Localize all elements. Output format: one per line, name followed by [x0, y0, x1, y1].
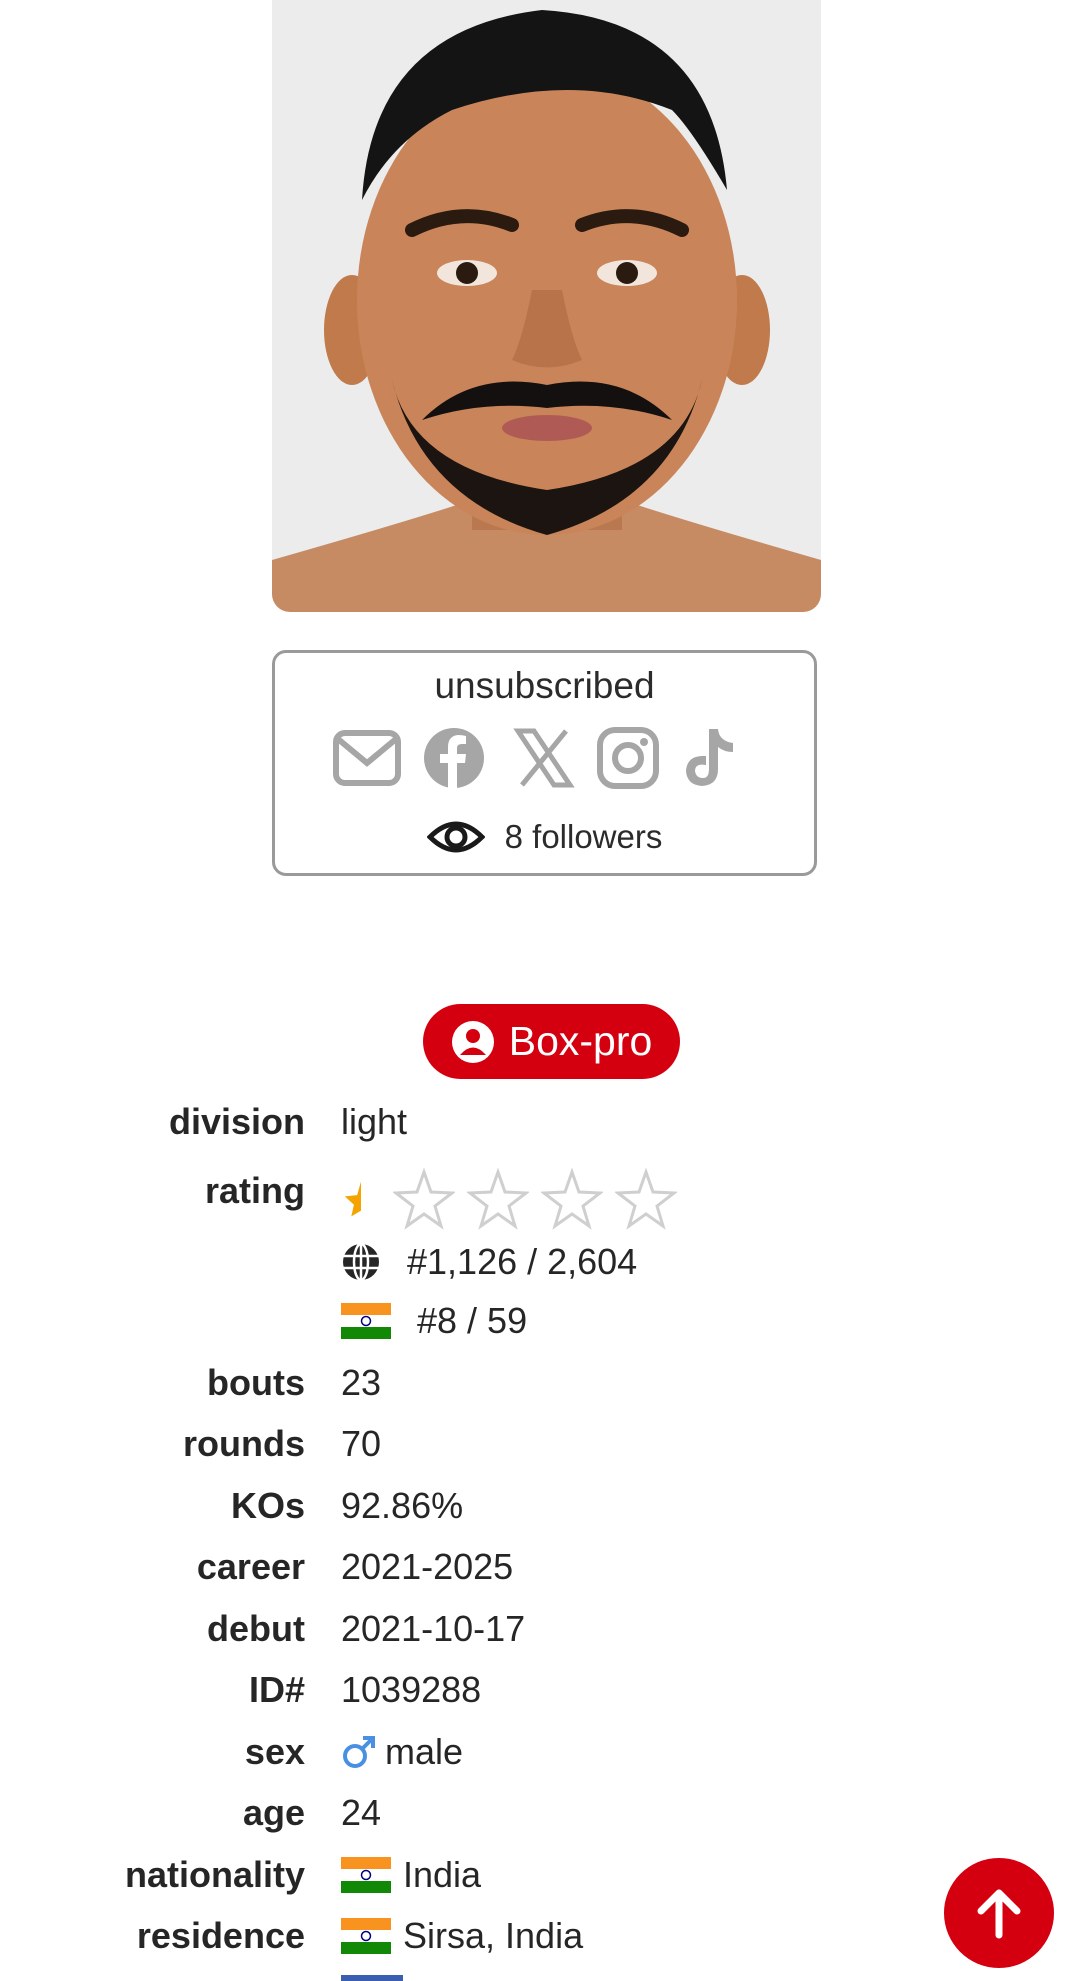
kos-value: 92.86%: [341, 1485, 464, 1526]
country-rank-row: #8 / 59: [0, 1296, 1080, 1346]
social-icons: [275, 725, 814, 791]
career-row: career 2021-2025: [0, 1542, 1080, 1592]
sex-label: sex: [244, 1731, 305, 1772]
star-empty-icon: [467, 1168, 529, 1230]
debut-value[interactable]: 2021-10-17: [341, 1604, 525, 1654]
residence-row: residence Sirsa, India: [0, 1911, 1080, 1961]
career-value: 2021-2025: [341, 1546, 514, 1587]
india-flag-icon: [341, 1303, 391, 1339]
age-row: age 24: [0, 1788, 1080, 1838]
kos-label: KOs: [230, 1485, 305, 1526]
followers-count: 8 followers: [504, 818, 663, 855]
bouts-value: 23: [341, 1362, 382, 1403]
id-label: ID#: [248, 1669, 305, 1710]
star-empty-icon: [615, 1168, 677, 1230]
rounds-row: rounds 70: [0, 1419, 1080, 1469]
division-value: light: [341, 1101, 408, 1142]
x-icon[interactable]: [508, 725, 578, 791]
rounds-value: 70: [341, 1423, 382, 1464]
division-label: division: [168, 1101, 305, 1142]
male-icon: [343, 1736, 375, 1768]
fighter-photo: [272, 0, 821, 612]
bouts-label: bouts: [207, 1362, 305, 1403]
eye-icon: [426, 821, 485, 853]
age-label: age: [242, 1792, 305, 1833]
id-value: 1039288: [341, 1669, 482, 1710]
user-circle-icon: [451, 1020, 494, 1063]
arrow-up-icon: [977, 1889, 1021, 1939]
division-row: division light: [0, 1097, 1080, 1147]
residence-label: residence: [136, 1915, 305, 1956]
rating-label: rating: [204, 1170, 305, 1211]
globe-icon: [343, 1242, 379, 1282]
star-empty-icon: [393, 1168, 455, 1230]
nationality-row: nationality India: [0, 1850, 1080, 1900]
residence-value[interactable]: Sirsa, India: [403, 1911, 583, 1961]
world-rank[interactable]: #1,126 / 2,604: [407, 1237, 637, 1287]
star-half-icon: [344, 1181, 361, 1217]
india-flag-icon: [341, 1857, 391, 1893]
rating-row: rating: [0, 1168, 1080, 1230]
social-box: unsubscribed 8 followers: [272, 650, 817, 876]
subscription-status[interactable]: unsubscribed: [275, 665, 814, 707]
nationality-label: nationality: [124, 1854, 305, 1895]
star-empty-icon: [541, 1168, 603, 1230]
rounds-label: rounds: [183, 1423, 305, 1464]
debut-row: debut 2021-10-17: [0, 1604, 1080, 1654]
rating-stars: [341, 1168, 677, 1230]
kos-row: KOs 92.86%: [0, 1481, 1080, 1531]
india-flag-icon: [341, 1918, 391, 1954]
followers: 8 followers: [275, 813, 814, 861]
scroll-to-top-button[interactable]: [944, 1858, 1054, 1968]
country-rank[interactable]: #8 / 59: [417, 1296, 527, 1346]
nationality-value[interactable]: India: [403, 1850, 481, 1900]
box-pro-badge[interactable]: Box-pro: [423, 1004, 680, 1079]
facebook-icon[interactable]: [419, 725, 489, 791]
sex-value: male: [385, 1731, 464, 1772]
id-row: ID# 1039288: [0, 1665, 1080, 1715]
career-label: career: [196, 1546, 305, 1587]
tiktok-icon[interactable]: [675, 725, 745, 791]
badge-label: Box-pro: [508, 1018, 653, 1064]
bouts-row: bouts 23: [0, 1358, 1080, 1408]
age-value: 24: [341, 1792, 382, 1833]
debut-label: debut: [207, 1608, 305, 1649]
email-icon[interactable]: [332, 725, 402, 791]
world-rank-row: #1,126 / 2,604: [0, 1237, 1080, 1287]
next-row-flag-fragment: [341, 1975, 403, 1981]
instagram-icon[interactable]: [593, 725, 663, 791]
sex-row: sex male: [0, 1727, 1080, 1777]
